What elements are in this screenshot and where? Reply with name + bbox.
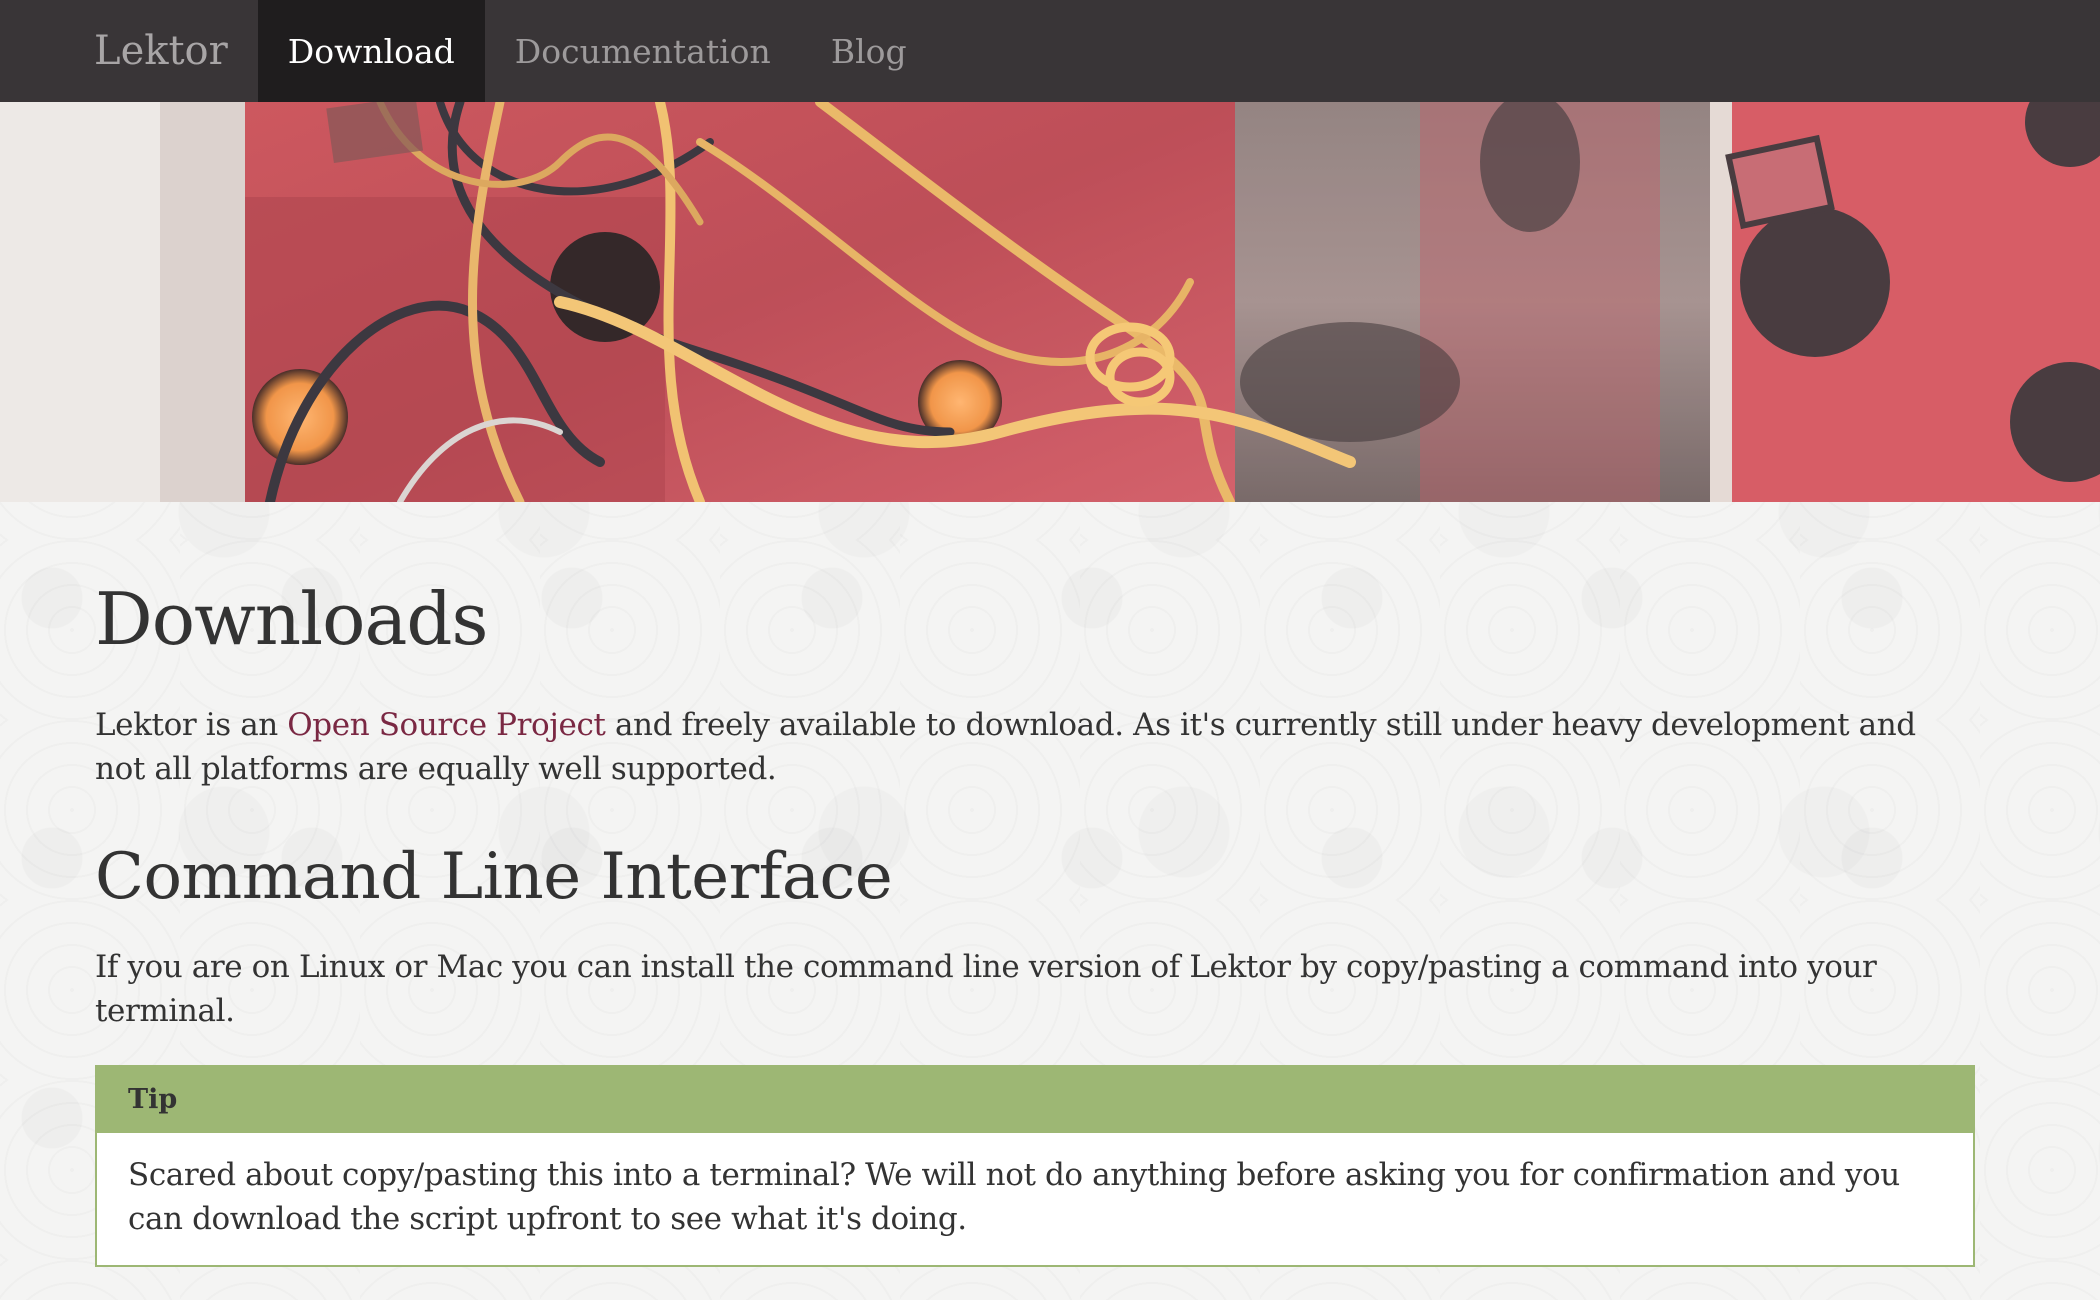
intro-text-before: Lektor is an bbox=[95, 707, 288, 744]
hero-banner-image bbox=[0, 102, 2100, 502]
wires-photo-banner-icon bbox=[0, 102, 2100, 502]
open-source-project-link[interactable]: Open Source Project bbox=[287, 707, 606, 743]
tip-label: Tip bbox=[97, 1066, 1973, 1133]
intro-paragraph: Lektor is an Open Source Project and fre… bbox=[95, 703, 1975, 791]
nav-item-download[interactable]: Download bbox=[257, 0, 485, 102]
brand-logo-link[interactable]: Lektor bbox=[72, 0, 258, 102]
tip-text: Scared about copy/pasting this into a te… bbox=[128, 1156, 1900, 1237]
page-title: Downloads bbox=[95, 577, 488, 661]
cli-heading: Command Line Interface bbox=[95, 840, 893, 915]
cli-paragraph: If you are on Linux or Mac you can insta… bbox=[95, 948, 1877, 1029]
nav-item-blog[interactable]: Blog bbox=[801, 0, 937, 102]
nav-item-documentation[interactable]: Documentation bbox=[485, 0, 801, 102]
tip-box: Tip Scared about copy/pasting this into … bbox=[95, 1064, 1975, 1267]
top-navbar: Lektor Download Documentation Blog bbox=[0, 0, 2100, 102]
main-content: Downloads Lektor is an Open Source Proje… bbox=[95, 502, 1975, 1267]
